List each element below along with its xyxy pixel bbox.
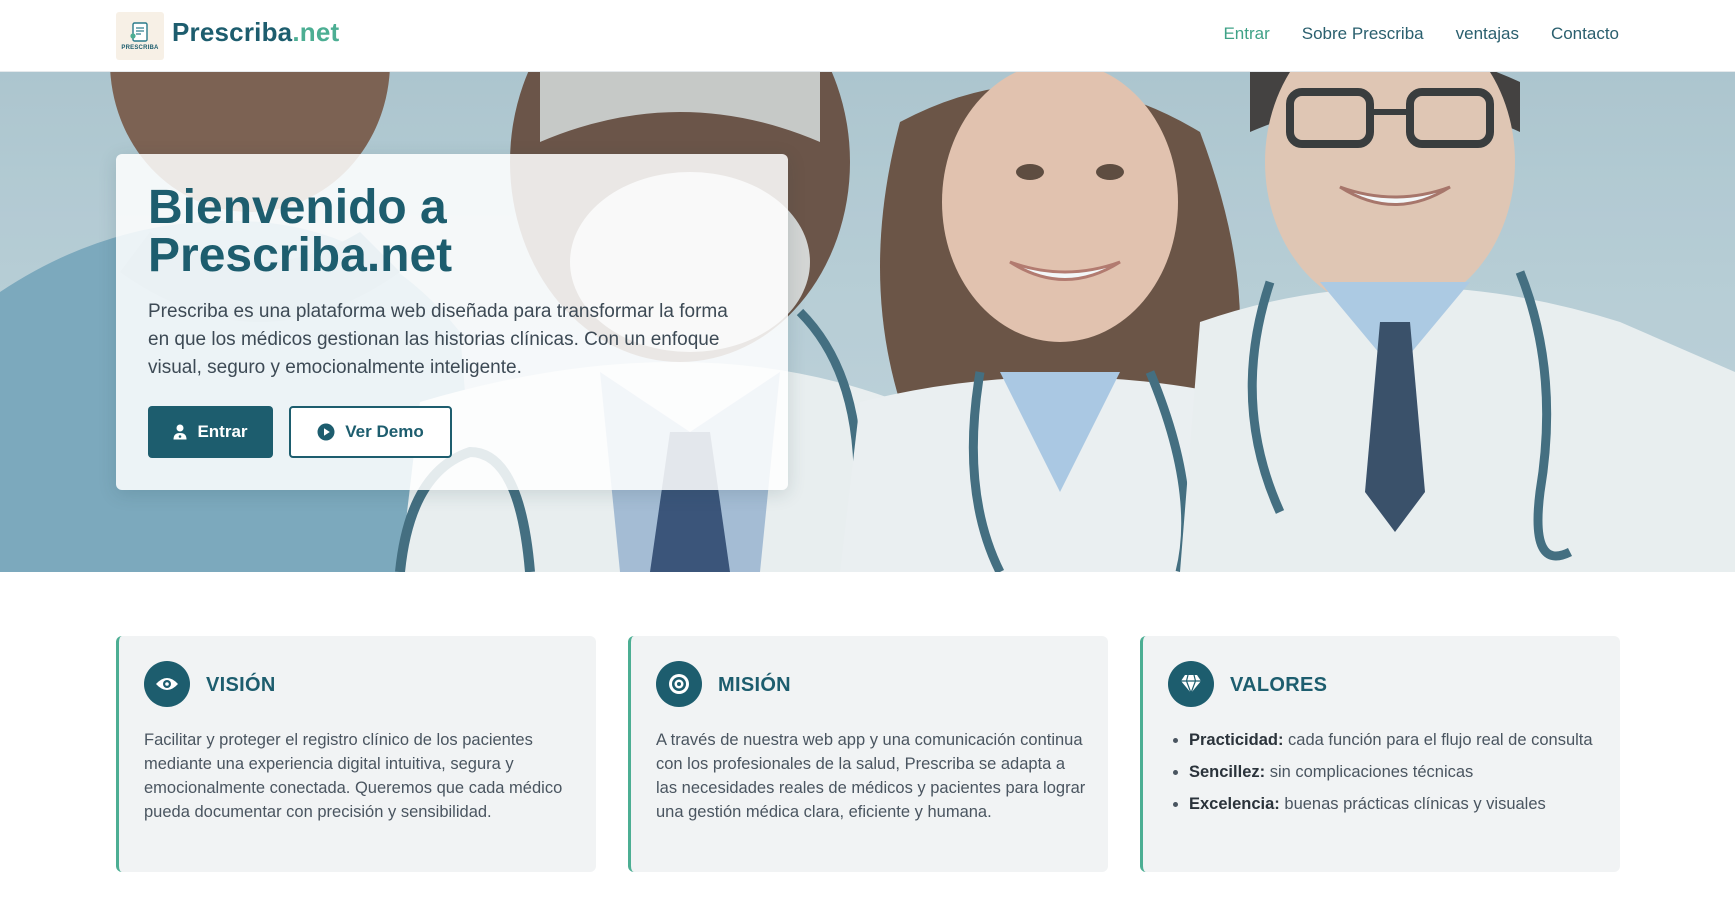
valores-card: VALORES Practicidad: cada función para e… [1140, 636, 1620, 872]
top-navbar: PRESCRIBA Prescriba.net Entrar Sobre Pre… [0, 0, 1735, 72]
vision-text: Facilitar y proteger el registro clínico… [144, 731, 563, 821]
nav-link-sobre-prescriba[interactable]: Sobre Prescriba [1302, 24, 1424, 44]
nav-link-ventajas[interactable]: ventajas [1456, 24, 1519, 44]
valores-item: Practicidad: cada función para el flujo … [1189, 728, 1599, 752]
valores-title: VALORES [1230, 674, 1328, 696]
target-icon [669, 674, 689, 694]
brand-main: Prescriba [172, 17, 293, 47]
hero-description: Prescriba es una plataforma web diseñada… [148, 301, 728, 378]
valores-item-term: Sencillez: [1189, 763, 1266, 781]
ver-demo-button[interactable]: Ver Demo [289, 406, 452, 458]
valores-item-term: Excelencia: [1189, 795, 1280, 813]
play-circle-icon [317, 423, 335, 441]
hero-section: Bienvenido a Prescriba.net Prescriba es … [0, 72, 1735, 572]
nav-link-contacto[interactable]: Contacto [1551, 24, 1619, 44]
user-doctor-icon [173, 424, 187, 440]
logo[interactable]: PRESCRIBA [116, 12, 164, 60]
valores-item: Sencillez: sin complicaciones técnicas [1189, 760, 1599, 784]
vision-title: VISIÓN [206, 674, 276, 696]
main-nav: Entrar Sobre Prescriba ventajas Contacto [1223, 24, 1619, 44]
mision-icon-badge [656, 661, 702, 707]
valores-item-desc: cada función para el flujo real de consu… [1283, 731, 1593, 749]
valores-item-term: Practicidad: [1189, 731, 1284, 749]
hero-welcome-card: Bienvenido a Prescriba.net Prescriba es … [116, 154, 788, 490]
gem-icon [1181, 674, 1201, 694]
document-logo-icon [130, 21, 148, 42]
entrar-button-label: Entrar [197, 422, 248, 441]
logo-text: PRESCRIBA [121, 44, 159, 51]
vision-card: VISIÓN Facilitar y proteger el registro … [116, 636, 596, 872]
valores-list: Practicidad: cada función para el flujo … [1189, 728, 1599, 824]
nav-link-entrar[interactable]: Entrar [1223, 24, 1269, 44]
entrar-button[interactable]: Entrar [148, 406, 273, 458]
eye-icon [156, 678, 178, 690]
vision-icon-badge [144, 661, 190, 707]
valores-item-desc: buenas prácticas clínicas y visuales [1279, 795, 1546, 813]
mision-text: A través de nuestra web app y una comuni… [656, 731, 1086, 821]
brand-name[interactable]: Prescriba.net [172, 17, 339, 48]
mision-card: MISIÓN A través de nuestra web app y una… [628, 636, 1108, 872]
valores-item-desc: sin complicaciones técnicas [1265, 763, 1474, 781]
ver-demo-button-label: Ver Demo [345, 422, 424, 441]
valores-item: Excelencia: buenas prácticas clínicas y … [1189, 792, 1599, 816]
hero-title-line2: Prescriba.net [148, 229, 453, 282]
mision-title: MISIÓN [718, 674, 791, 696]
valores-icon-badge [1168, 661, 1214, 707]
hero-title-line1: Bienvenido a [148, 181, 447, 234]
brand-tld: .net [292, 17, 340, 47]
hero-title: Bienvenido a Prescriba.net [148, 184, 748, 280]
